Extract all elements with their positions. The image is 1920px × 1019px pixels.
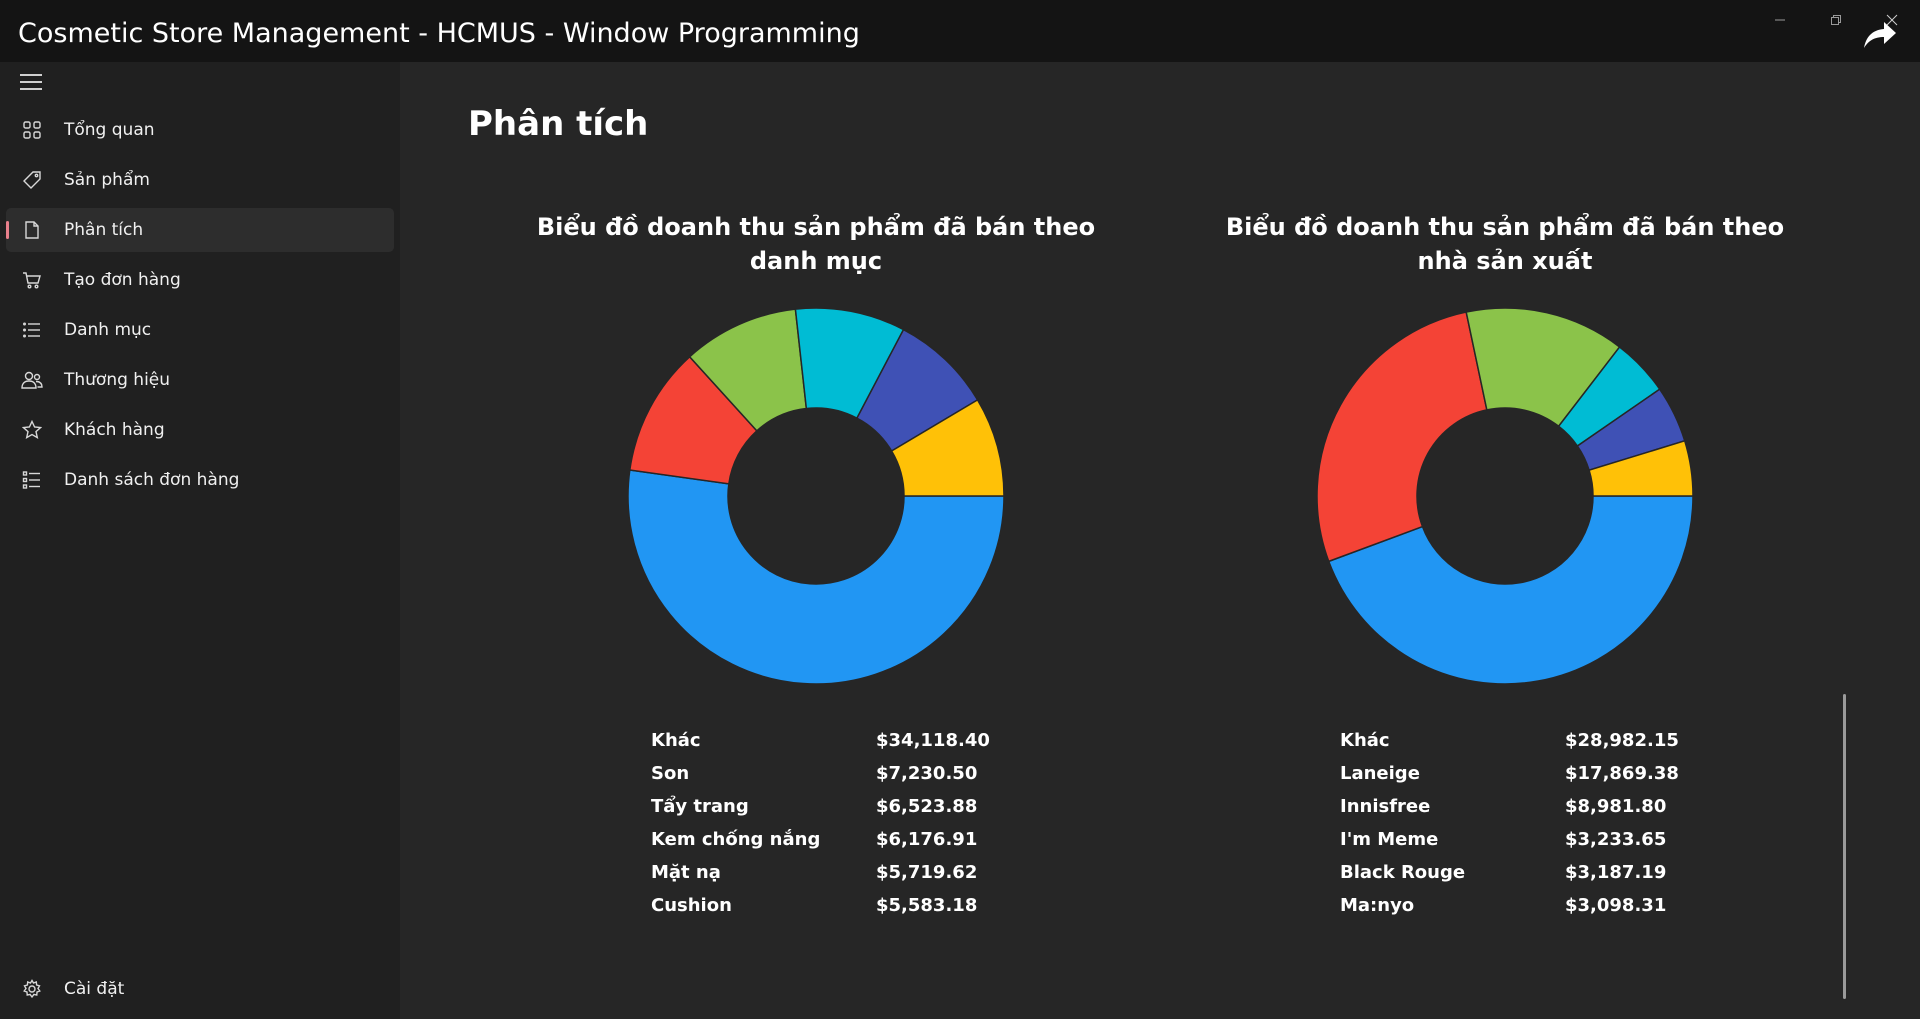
legend-name: Cushion bbox=[651, 895, 732, 916]
category-revenue-chart: Biểu đồ doanh thu sản phẩm đã bán theo d… bbox=[536, 210, 1096, 916]
legend-name: Ma:nyo bbox=[1340, 895, 1415, 916]
legend-name: Khác bbox=[651, 730, 701, 751]
sidebar-item-san-pham[interactable]: Sản phẩm bbox=[6, 158, 394, 202]
legend-name: Black Rouge bbox=[1340, 862, 1466, 883]
legend-row: Khác $28,982.15 bbox=[1340, 730, 1700, 763]
legend-value: $28,982.15 bbox=[1565, 730, 1679, 751]
restore-button[interactable] bbox=[1808, 0, 1864, 40]
legend-name: Tẩy trang bbox=[651, 796, 749, 817]
sidebar-item-label: Phân tích bbox=[64, 220, 144, 240]
legend-value: $6,176.91 bbox=[876, 829, 978, 850]
category-legend: Khác $34,118.40 Son $7,230.50 Tẩy trang $6,… bbox=[651, 730, 1011, 928]
legend-row: Tẩy trang $6,523.88 bbox=[651, 796, 1011, 829]
minimize-icon bbox=[1775, 19, 1785, 21]
sidebar-item-label: Danh sách đơn hàng bbox=[64, 470, 240, 490]
cart-icon bbox=[20, 268, 44, 292]
legend-value: $17,869.38 bbox=[1565, 763, 1679, 784]
title-bar: Cosmetic Store Management - HCMUS - Wind… bbox=[0, 0, 1920, 62]
legend-value: $5,583.18 bbox=[876, 895, 978, 916]
legend-row: Son $7,230.50 bbox=[651, 763, 1011, 796]
sidebar-item-khach-hang[interactable]: Khách hàng bbox=[6, 408, 394, 452]
grid-icon bbox=[20, 118, 44, 142]
legend-row: I'm Meme $3,233.65 bbox=[1340, 829, 1700, 862]
legend-value: $34,118.40 bbox=[876, 730, 990, 751]
sidebar-item-label: Thương hiệu bbox=[64, 370, 171, 390]
restore-icon bbox=[1831, 15, 1841, 25]
ordered-list-icon bbox=[20, 468, 44, 492]
donut-slice-laneige[interactable] bbox=[1316, 311, 1488, 563]
sidebar-item-tao-don-hang[interactable]: Tạo đơn hàng bbox=[6, 258, 394, 302]
chart-title: Biểu đồ doanh thu sản phẩm đã bán theo n… bbox=[1225, 210, 1785, 278]
legend-name: Son bbox=[651, 763, 690, 784]
minimize-button[interactable] bbox=[1752, 0, 1808, 40]
legend-row: Laneige $17,869.38 bbox=[1340, 763, 1700, 796]
chart-title-line1: Biểu đồ doanh thu sản phẩm đã bán theo bbox=[536, 213, 1096, 241]
legend-row: Ma:nyo $3,098.31 bbox=[1340, 895, 1700, 928]
brand-revenue-chart: Biểu đồ doanh thu sản phẩm đã bán theo n… bbox=[1225, 210, 1785, 916]
legend-value: $7,230.50 bbox=[876, 763, 978, 784]
people-icon bbox=[20, 368, 44, 392]
legend-row: Mặt nạ $5,719.62 bbox=[651, 862, 1011, 895]
legend-value: $3,233.65 bbox=[1565, 829, 1667, 850]
legend-name: Innisfree bbox=[1340, 796, 1431, 817]
sidebar-item-label: Danh mục bbox=[64, 320, 152, 340]
sidebar-item-label: Tổng quan bbox=[64, 120, 155, 140]
chart-title-line2: nhà sản xuất bbox=[1417, 247, 1593, 275]
share-icon[interactable] bbox=[1862, 20, 1898, 50]
legend-row: Khác $34,118.40 bbox=[651, 730, 1011, 763]
sidebar-item-danh-sach-don-hang[interactable]: Danh sách đơn hàng bbox=[6, 458, 394, 502]
legend-value: $3,187.19 bbox=[1565, 862, 1667, 883]
brand-legend: Khác $28,982.15 Laneige $17,869.38 Innisfr… bbox=[1340, 730, 1700, 928]
sidebar-item-phan-tich[interactable]: Phân tích bbox=[6, 208, 394, 252]
vertical-scrollbar[interactable] bbox=[1843, 694, 1846, 999]
list-icon bbox=[20, 318, 44, 342]
legend-name: I'm Meme bbox=[1340, 829, 1439, 850]
sidebar: Tổng quan Sản phẩm Phân tích Tạo đơn hàn… bbox=[0, 62, 400, 1019]
legend-row: Black Rouge $3,187.19 bbox=[1340, 862, 1700, 895]
page-title: Phân tích bbox=[468, 104, 649, 144]
legend-row: Kem chống nắng $6,176.91 bbox=[651, 829, 1011, 862]
legend-name: Mặt nạ bbox=[651, 862, 721, 883]
main-content: Phân tích Biểu đồ doanh thu sản phẩm đã … bbox=[400, 62, 1920, 1019]
sidebar-item-label: Khách hàng bbox=[64, 420, 165, 440]
legend-row: Cushion $5,583.18 bbox=[651, 895, 1011, 928]
legend-row: Innisfree $8,981.80 bbox=[1340, 796, 1700, 829]
sidebar-item-danh-muc[interactable]: Danh mục bbox=[6, 308, 394, 352]
chart-title: Biểu đồ doanh thu sản phẩm đã bán theo d… bbox=[536, 210, 1096, 278]
legend-value: $8,981.80 bbox=[1565, 796, 1667, 817]
legend-value: $5,719.62 bbox=[876, 862, 978, 883]
sidebar-item-label: Sản phẩm bbox=[64, 170, 150, 190]
gear-icon bbox=[20, 977, 44, 1001]
legend-name: Laneige bbox=[1340, 763, 1420, 784]
settings-label: Cài đặt bbox=[64, 979, 125, 999]
window-title: Cosmetic Store Management - HCMUS - Wind… bbox=[18, 18, 860, 49]
chart-title-line2: danh mục bbox=[749, 247, 883, 275]
star-icon bbox=[20, 418, 44, 442]
category-donut-chart bbox=[627, 307, 1005, 685]
hamburger-menu-icon[interactable] bbox=[20, 74, 42, 92]
legend-name: Khác bbox=[1340, 730, 1390, 751]
chart-title-line1: Biểu đồ doanh thu sản phẩm đã bán theo bbox=[1225, 213, 1785, 241]
legend-value: $3,098.31 bbox=[1565, 895, 1667, 916]
document-icon bbox=[20, 218, 44, 242]
sidebar-item-settings[interactable]: Cài đặt bbox=[6, 967, 394, 1011]
legend-name: Kem chống nắng bbox=[651, 829, 821, 850]
brand-donut-chart bbox=[1316, 307, 1694, 685]
sidebar-item-tong-quan[interactable]: Tổng quan bbox=[6, 108, 394, 152]
donut-slice-kh-c[interactable] bbox=[627, 469, 1005, 685]
tag-icon bbox=[20, 168, 44, 192]
sidebar-item-thuong-hieu[interactable]: Thương hiệu bbox=[6, 358, 394, 402]
active-indicator bbox=[6, 221, 9, 239]
legend-value: $6,523.88 bbox=[876, 796, 978, 817]
sidebar-item-label: Tạo đơn hàng bbox=[64, 270, 181, 290]
